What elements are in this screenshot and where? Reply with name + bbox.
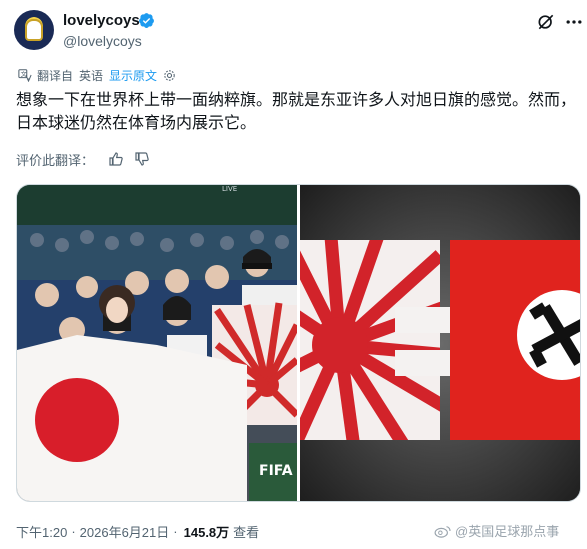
post-date[interactable]: 2026年6月21日: [80, 522, 170, 541]
thumbs-up-icon[interactable]: [108, 151, 124, 167]
footer-separator-2: ·: [173, 524, 178, 539]
fifa-board-text: FIFA: [259, 463, 293, 479]
footer-separator: ·: [71, 524, 76, 539]
views-label: 查看: [233, 525, 260, 540]
display-name[interactable]: lovelycoys: [63, 12, 140, 29]
tweet-text: 想象一下在世界杯上带一面纳粹旗。那就是东亚许多人对旭日旗的感觉。然而，日本球迷仍…: [16, 92, 577, 132]
grok-icon[interactable]: [536, 12, 556, 32]
tweet-footer: 下午1:20 · 2026年6月21日 · 145.8万 查看: [16, 522, 259, 541]
avatar-mascot-icon: [25, 19, 43, 41]
more-options-icon[interactable]: [564, 12, 584, 32]
show-original-link[interactable]: 显示原文: [109, 67, 157, 84]
avatar[interactable]: [14, 10, 54, 50]
watermark-text: @英国足球那点事: [455, 524, 560, 539]
rate-translation-label: 评价此翻译：: [16, 152, 95, 168]
flags-graphic: [300, 185, 580, 501]
gear-icon[interactable]: [163, 69, 176, 82]
rate-translation-row: 评价此翻译：: [16, 150, 150, 168]
tweet-media[interactable]: FIFA LIVE: [16, 184, 581, 502]
thumbs-down-icon[interactable]: [134, 151, 150, 167]
handle[interactable]: @lovelycoys: [63, 33, 142, 49]
tweet-header: lovelycoys @lovelycoys: [14, 8, 582, 54]
translate-icon: 文: [18, 69, 32, 82]
svg-text:文: 文: [21, 70, 27, 78]
weibo-logo-icon: [434, 525, 451, 538]
stadium-photo[interactable]: FIFA LIVE: [17, 185, 297, 501]
verified-badge-icon: [139, 13, 154, 28]
translated-from-label: 翻译自: [37, 68, 74, 83]
stadium-crowd-image: FIFA LIVE: [17, 185, 297, 501]
post-time[interactable]: 下午1:20: [16, 522, 67, 541]
watermark: @英国足球那点事: [434, 521, 559, 540]
translation-bar: 文 翻译自 英语 显示原文: [18, 66, 176, 84]
flags-comparison-image[interactable]: [300, 185, 580, 501]
live-overlay-text: LIVE: [222, 185, 237, 193]
source-language: 英语: [79, 68, 104, 83]
view-count: 145.8万: [183, 525, 230, 540]
